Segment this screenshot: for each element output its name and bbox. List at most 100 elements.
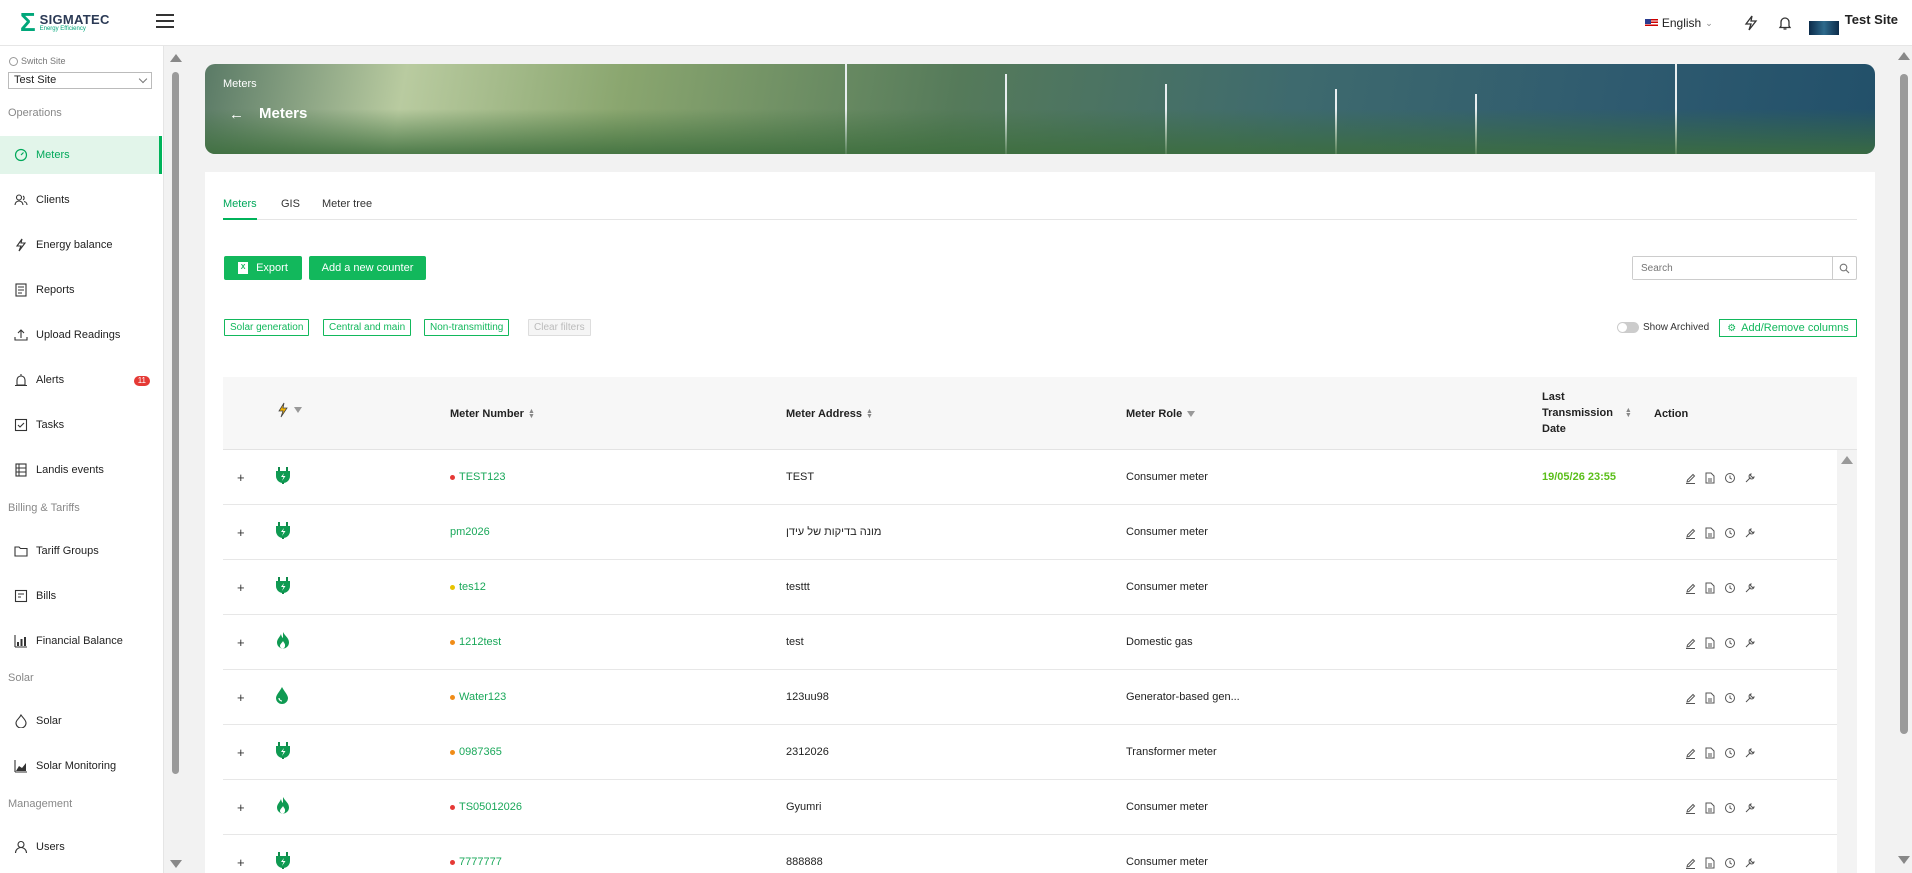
wrench-icon[interactable] [1743,526,1757,540]
avatar[interactable] [1808,21,1839,35]
filter-icon[interactable] [1187,411,1196,418]
back-arrow-icon[interactable]: ← [229,106,244,123]
expand-row-icon[interactable]: + [237,470,245,485]
table-row[interactable]: + 0987365 2312026 Transformer meter [223,726,1837,780]
edit-icon[interactable] [1683,691,1697,705]
edit-icon[interactable] [1683,526,1697,540]
filter-icon[interactable] [294,407,302,414]
expand-row-icon[interactable]: + [237,690,245,705]
wrench-icon[interactable] [1743,801,1757,815]
header-site-name[interactable]: Test Site [1845,12,1898,27]
wrench-icon[interactable] [1743,746,1757,760]
show-archived-toggle[interactable] [1617,322,1639,333]
document-icon[interactable] [1703,526,1717,540]
wrench-icon[interactable] [1743,691,1757,705]
edit-icon[interactable] [1683,636,1697,650]
filter-chip-non-transmitting[interactable]: Non-transmitting [424,319,510,336]
table-row[interactable]: + tes12 testtt Consumer meter [223,561,1837,615]
sidebar-item-energy-balance[interactable]: Energy balance [0,226,162,264]
expand-row-icon[interactable]: + [237,525,245,540]
history-icon[interactable] [1723,801,1737,815]
export-button[interactable]: X Export [224,256,302,280]
wrench-icon[interactable] [1743,581,1757,595]
sidebar-item-bills[interactable]: Bills [0,577,162,615]
sidebar-item-solar-monitoring[interactable]: Solar Monitoring [0,747,162,785]
sidebar-item-users[interactable]: Users [0,828,162,866]
add-counter-button[interactable]: Add a new counter [309,256,426,280]
edit-icon[interactable] [1683,746,1697,760]
table-row[interactable]: + 7777777 888888 Consumer meter [223,836,1837,873]
history-icon[interactable] [1723,636,1737,650]
edit-icon[interactable] [1683,471,1697,485]
document-icon[interactable] [1703,636,1717,650]
scroll-up-arrow-icon[interactable] [1898,52,1910,60]
document-icon[interactable] [1703,856,1717,870]
tab-meters[interactable]: Meters [223,198,257,220]
wrench-icon[interactable] [1743,471,1757,485]
table-row[interactable]: + pm2026 מונה בדיקות של עידן Consumer me… [223,506,1837,560]
document-icon[interactable] [1703,746,1717,760]
meter-number-link[interactable]: Water123 [450,691,506,703]
meter-number-link[interactable]: 1212test [450,636,501,648]
meter-number-link[interactable]: 7777777 [450,856,502,868]
document-icon[interactable] [1703,801,1717,815]
document-icon[interactable] [1703,581,1717,595]
sidebar-item-reports[interactable]: Reports [0,271,162,309]
sort-icon[interactable]: ▲ ▼ [866,408,873,420]
breadcrumb[interactable]: Meters [223,78,257,90]
add-remove-columns-button[interactable]: ⚙ Add/Remove columns [1719,319,1857,337]
history-icon[interactable] [1723,856,1737,870]
edit-icon[interactable] [1683,581,1697,595]
search-button[interactable] [1832,257,1856,279]
meter-number-link[interactable]: tes12 [450,581,486,593]
logo[interactable]: Σ SIGMATEC Energy Efficiency [20,9,110,35]
history-icon[interactable] [1723,581,1737,595]
table-scrollbar[interactable] [1837,450,1857,873]
search-input[interactable] [1633,257,1828,279]
sidebar-scroll-thumb[interactable] [172,72,179,774]
page-scroll-thumb[interactable] [1900,74,1908,734]
filter-chip-central-and-main[interactable]: Central and main [323,319,412,336]
expand-row-icon[interactable]: + [237,580,245,595]
meter-number-header[interactable]: Meter Number ▲ ▼ [450,406,535,422]
meter-number-link[interactable]: 0987365 [450,746,502,758]
meter-role-header[interactable]: Meter Role [1126,406,1196,422]
document-icon[interactable] [1703,691,1717,705]
meter-number-link[interactable]: TEST123 [450,471,505,483]
document-icon[interactable] [1703,471,1717,485]
expand-row-icon[interactable]: + [237,855,245,870]
page-scrollbar[interactable] [1896,46,1912,873]
scroll-down-arrow-icon[interactable] [1898,856,1910,864]
filter-chip-solar-generation[interactable]: Solar generation [224,319,310,336]
type-column-header[interactable] [277,402,302,418]
clear-filters-button[interactable]: Clear filters [528,319,591,336]
expand-row-icon[interactable]: + [237,745,245,760]
wrench-icon[interactable] [1743,636,1757,650]
sidebar-item-tariff-groups[interactable]: Tariff Groups [0,532,162,570]
history-icon[interactable] [1723,471,1737,485]
expand-row-icon[interactable]: + [237,635,245,650]
scroll-up-arrow-icon[interactable] [1841,456,1853,464]
tab-gis[interactable]: GIS [281,198,300,218]
expand-row-icon[interactable]: + [237,800,245,815]
lightning-icon[interactable] [1741,13,1761,33]
meter-address-header[interactable]: Meter Address ▲ ▼ [786,406,873,422]
meter-number-link[interactable]: pm2026 [450,526,490,538]
table-row[interactable]: + 1212test test Domestic gas [223,616,1837,670]
sidebar-item-landis-events[interactable]: Landis events [0,451,162,489]
bell-icon[interactable] [1775,13,1795,33]
tab-meter-tree[interactable]: Meter tree [322,198,372,218]
edit-icon[interactable] [1683,856,1697,870]
sidebar-item-upload-readings[interactable]: Upload Readings [0,316,162,354]
sidebar-item-clients[interactable]: Clients [0,181,162,219]
table-row[interactable]: + Water123 123uu98 Generator-based gen..… [223,671,1837,725]
language-selector[interactable]: English ⌄ [1644,16,1713,30]
sidebar-scrollbar[interactable] [169,50,182,873]
scroll-down-arrow-icon[interactable] [170,860,182,868]
table-row[interactable]: + TS05012026 Gyumri Consumer meter [223,781,1837,835]
history-icon[interactable] [1723,691,1737,705]
last-transmission-header[interactable]: Last Transmission ▲ ▼ Date [1542,389,1642,437]
sidebar-item-financial-balance[interactable]: Financial Balance [0,622,162,660]
scroll-up-arrow-icon[interactable] [170,54,182,62]
sidebar-item-meters[interactable]: Meters [0,136,162,174]
